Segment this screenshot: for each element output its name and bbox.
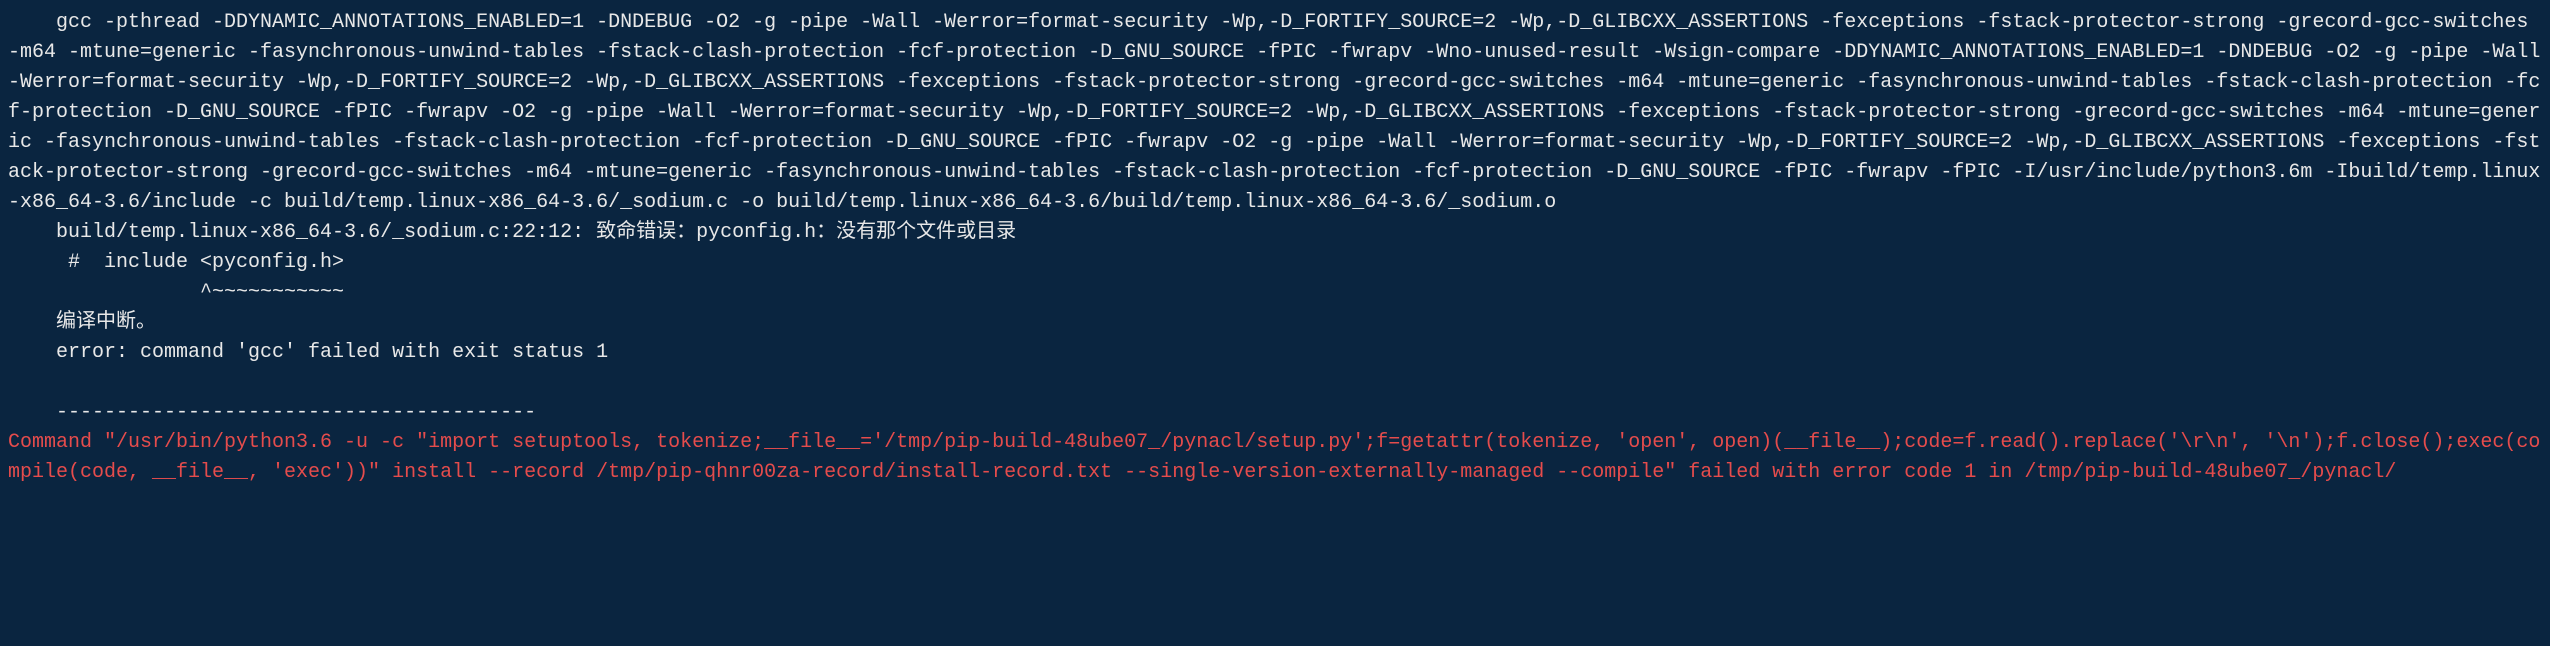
include-directive-line: # include <pyconfig.h> [8,248,2542,278]
command-failed-error: Command "/usr/bin/python3.6 -u -c "impor… [8,428,2542,488]
blank-line [8,368,2542,398]
compile-abort-line: 编译中断。 [8,308,2542,338]
error-caret-line: ^~~~~~~~~~~~ [8,278,2542,308]
gcc-failed-line: error: command 'gcc' failed with exit st… [8,338,2542,368]
gcc-command-output: gcc -pthread -DDYNAMIC_ANNOTATIONS_ENABL… [8,8,2542,218]
fatal-error-line: build/temp.linux-x86_64-3.6/_sodium.c:22… [8,218,2542,248]
separator-line: ---------------------------------------- [8,398,2542,428]
